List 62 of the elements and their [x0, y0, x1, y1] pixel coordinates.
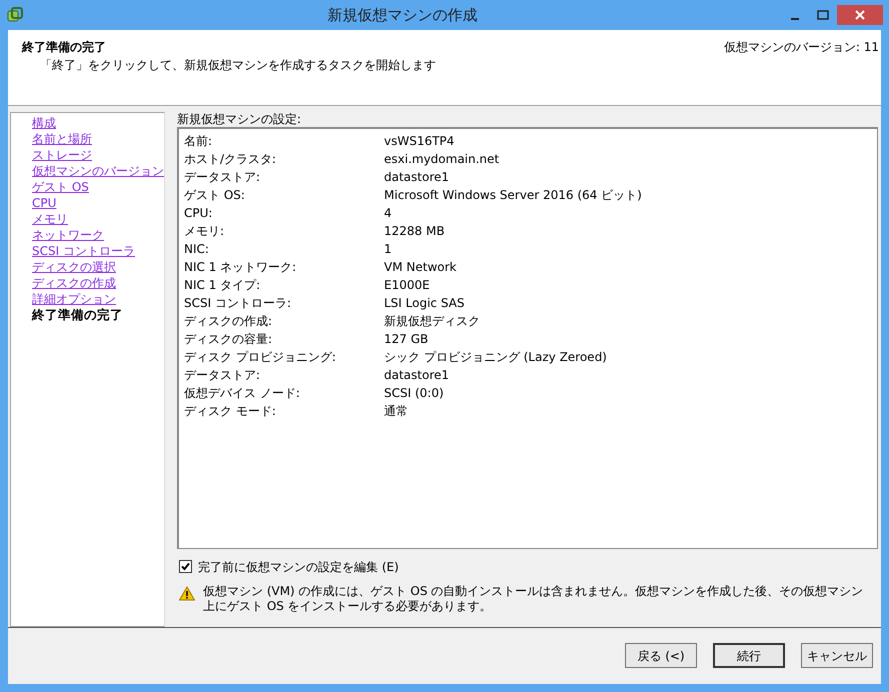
setting-value: 新規仮想ディスク: [384, 312, 480, 330]
setting-value: 12288 MB: [384, 222, 445, 240]
dialog-button[interactable]: 戻る (<): [625, 643, 697, 668]
setting-value: esxi.mydomain.net: [384, 150, 500, 168]
setting-name: ディスク プロビジョニング:: [184, 348, 337, 366]
setting-name: メモリ:: [184, 222, 226, 240]
setting-name: ディスク モード:: [184, 402, 277, 420]
setting-value: E1000E: [384, 276, 430, 294]
step-link[interactable]: 名前と場所: [32, 130, 164, 147]
step-link[interactable]: ディスクの作成: [32, 274, 164, 291]
setting-name: CPU:: [184, 204, 214, 222]
setting-name: NIC 1 ネットワーク:: [184, 258, 298, 276]
setting-value: 通常: [384, 402, 408, 420]
dialog-button[interactable]: 続行: [713, 643, 785, 668]
setting-value: 4: [384, 204, 392, 222]
setting-value: LSI Logic SAS: [384, 294, 465, 312]
step-link[interactable]: 終了準備の完了: [32, 306, 164, 323]
dialog-button[interactable]: キャンセル: [801, 643, 873, 668]
step-link[interactable]: ディスクの選択: [32, 258, 164, 275]
step-link[interactable]: CPU: [32, 194, 164, 211]
step-link[interactable]: ゲスト OS: [32, 178, 164, 195]
setting-value: datastore1: [384, 168, 450, 186]
setting-value: vsWS16TP4: [384, 132, 454, 150]
setting-name: ゲスト OS:: [184, 186, 246, 204]
setting-name: 名前:: [184, 132, 214, 150]
setting-value: 127 GB: [384, 330, 428, 348]
version-label: 仮想マシンのバージョン: 11: [724, 38, 879, 56]
setting-name: ホスト/クラスタ:: [184, 150, 278, 168]
window-title: 新規仮想マシンの作成: [326, 4, 478, 26]
step-link[interactable]: ネットワーク: [32, 226, 164, 243]
setting-name: データストア:: [184, 366, 262, 384]
step-link[interactable]: メモリ: [32, 210, 164, 227]
page-subtitle: 「終了」をクリックして、新規仮想マシンを作成するタスクを開始します: [39, 56, 437, 74]
checkbox-label[interactable]: 完了前に仮想マシンの設定を編集 (E): [198, 558, 399, 576]
setting-name: NIC:: [184, 240, 210, 258]
setting-value: VM Network: [384, 258, 456, 276]
setting-value: datastore1: [384, 366, 450, 384]
minimize-icon: [791, 18, 799, 20]
step-link[interactable]: 仮想マシンのバージョン: [32, 162, 164, 179]
setting-name: SCSI コントローラ:: [184, 294, 292, 312]
setting-value: シック プロビジョニング (Lazy Zeroed): [384, 348, 607, 366]
settings-title: 新規仮想マシンの設定:: [177, 112, 302, 127]
setting-name: 仮想デバイス ノード:: [184, 384, 301, 402]
setting-value: SCSI (0:0): [384, 384, 444, 402]
step-link[interactable]: 構成: [32, 114, 164, 131]
step-link[interactable]: ストレージ: [32, 146, 164, 163]
page-title: 終了準備の完了: [22, 38, 107, 56]
warning-text: 仮想マシン (VM) の作成には、ゲスト OS の自動インストールは含まれません。仮想マシンを作成した後、その仮想マシン上にゲスト OS をインストールする必要があります。: [203, 584, 864, 614]
app-icon: [6, 6, 24, 24]
warning-icon: [179, 586, 195, 601]
maximize-icon: [817, 10, 829, 20]
step-link[interactable]: SCSI コントローラ: [32, 242, 164, 259]
setting-name: NIC 1 タイプ:: [184, 276, 262, 294]
setting-value: Microsoft Windows Server 2016 (64 ビット): [384, 186, 642, 204]
step-link[interactable]: 詳細オプション: [32, 290, 164, 307]
setting-name: ディスクの作成:: [184, 312, 274, 330]
close-icon: [854, 8, 866, 21]
setting-name: データストア:: [184, 168, 262, 186]
checkbox[interactable]: [179, 560, 192, 574]
setting-name: ディスクの容量:: [184, 330, 274, 348]
close-button[interactable]: [837, 4, 883, 25]
setting-value: 1: [384, 240, 392, 258]
